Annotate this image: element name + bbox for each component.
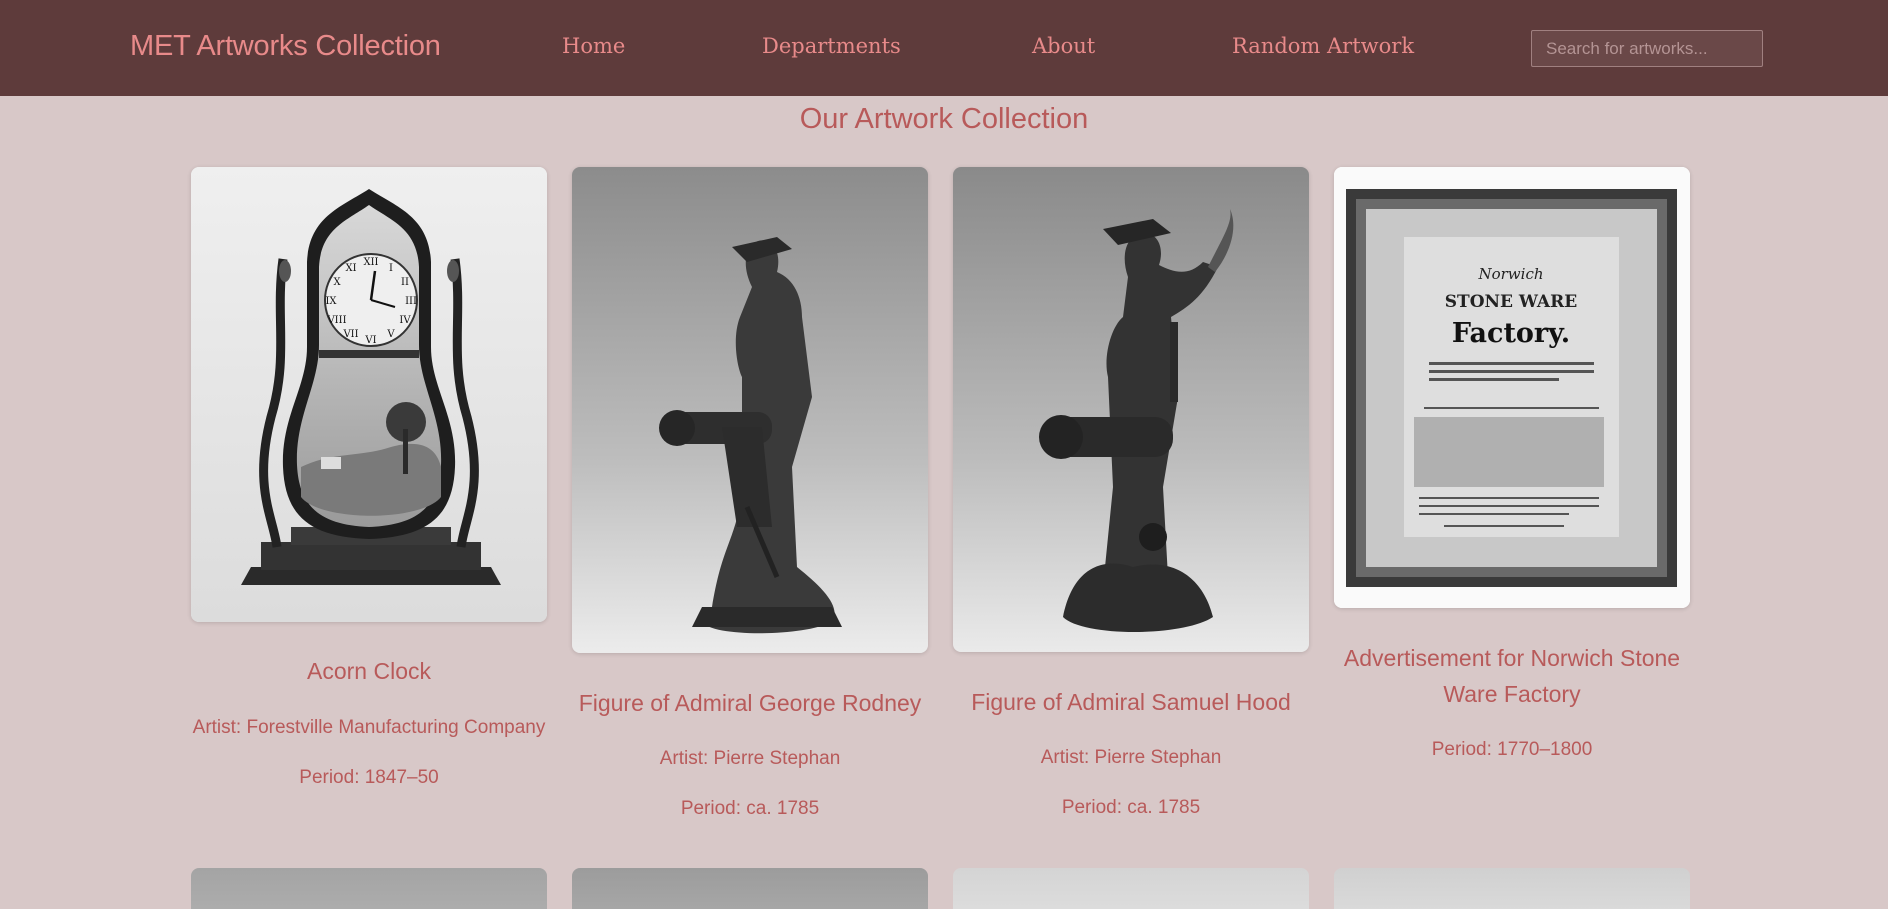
artwork-artist: Artist: Forestville Manufacturing Compan… bbox=[192, 717, 546, 738]
artwork-title[interactable]: Acorn Clock bbox=[191, 653, 547, 689]
clock-image: XIIVI IX III III IVV VIIVIII XXI bbox=[191, 167, 547, 622]
artwork-artist: Artist: Pierre Stephan bbox=[659, 748, 841, 769]
statue-image bbox=[953, 167, 1309, 652]
svg-text:X: X bbox=[333, 277, 341, 288]
site-brand[interactable]: MET Artworks Collection bbox=[130, 30, 441, 63]
artwork-period: Period: 1847–50 bbox=[299, 767, 439, 788]
artwork-card-partial[interactable] bbox=[1334, 868, 1690, 909]
svg-text:VI: VI bbox=[364, 335, 376, 346]
artwork-card-partial[interactable] bbox=[572, 868, 928, 909]
artwork-period: Period: 1770–1800 bbox=[1431, 739, 1593, 760]
statue-image bbox=[572, 167, 928, 653]
artwork-image-acorn-clock[interactable]: XII VI IX III I II IV V VII VIII X XI bbox=[191, 167, 547, 622]
artwork-image-george-rodney[interactable] bbox=[572, 167, 928, 653]
artwork-artist: Artist: Pierre Stephan bbox=[1040, 747, 1222, 768]
nav-about[interactable]: About bbox=[1032, 34, 1095, 58]
nav-home[interactable]: Home bbox=[562, 34, 625, 58]
nav-departments[interactable]: Departments bbox=[762, 34, 901, 58]
site-header: MET Artworks Collection Home Departments… bbox=[0, 0, 1888, 96]
poster-line3: Factory. bbox=[1452, 318, 1570, 349]
artwork-title[interactable]: Figure of Admiral George Rodney bbox=[572, 685, 928, 721]
artwork-card-partial[interactable] bbox=[191, 868, 547, 909]
artwork-title-line2: Ware Factory bbox=[1443, 681, 1581, 707]
svg-text:XI: XI bbox=[345, 263, 356, 274]
svg-text:XII: XII bbox=[363, 257, 378, 268]
search-input[interactable] bbox=[1531, 30, 1763, 67]
artwork-title[interactable]: Figure of Admiral Samuel Hood bbox=[953, 684, 1309, 720]
artwork-title[interactable]: Advertisement for Norwich Stone Ware Fac… bbox=[1334, 640, 1690, 712]
artwork-title-line1: Advertisement for Norwich Stone bbox=[1343, 645, 1681, 671]
svg-text:VIII: VIII bbox=[326, 315, 346, 326]
svg-text:IV: IV bbox=[399, 315, 411, 326]
page-title: Our Artwork Collection bbox=[799, 103, 1089, 135]
nav-random-artwork[interactable]: Random Artwork bbox=[1232, 34, 1414, 58]
poster-line1: Norwich bbox=[1477, 265, 1543, 283]
artwork-period: Period: ca. 1785 bbox=[1061, 797, 1201, 818]
artwork-image-samuel-hood[interactable] bbox=[953, 167, 1309, 652]
artwork-image-norwich-advertisement[interactable]: Norwich STONE WARE Factory. bbox=[1334, 167, 1690, 608]
svg-text:V: V bbox=[386, 329, 395, 340]
svg-text:IX: IX bbox=[325, 296, 337, 307]
framed-poster-image: Norwich STONE WARE Factory. bbox=[1334, 167, 1690, 608]
svg-text:VII: VII bbox=[342, 329, 358, 340]
svg-text:I: I bbox=[389, 263, 393, 274]
artwork-period: Period: ca. 1785 bbox=[680, 798, 820, 819]
svg-text:II: II bbox=[401, 277, 409, 288]
poster-line2: STONE WARE bbox=[1445, 292, 1577, 312]
svg-text:III: III bbox=[405, 296, 417, 307]
artwork-card-partial[interactable] bbox=[953, 868, 1309, 909]
